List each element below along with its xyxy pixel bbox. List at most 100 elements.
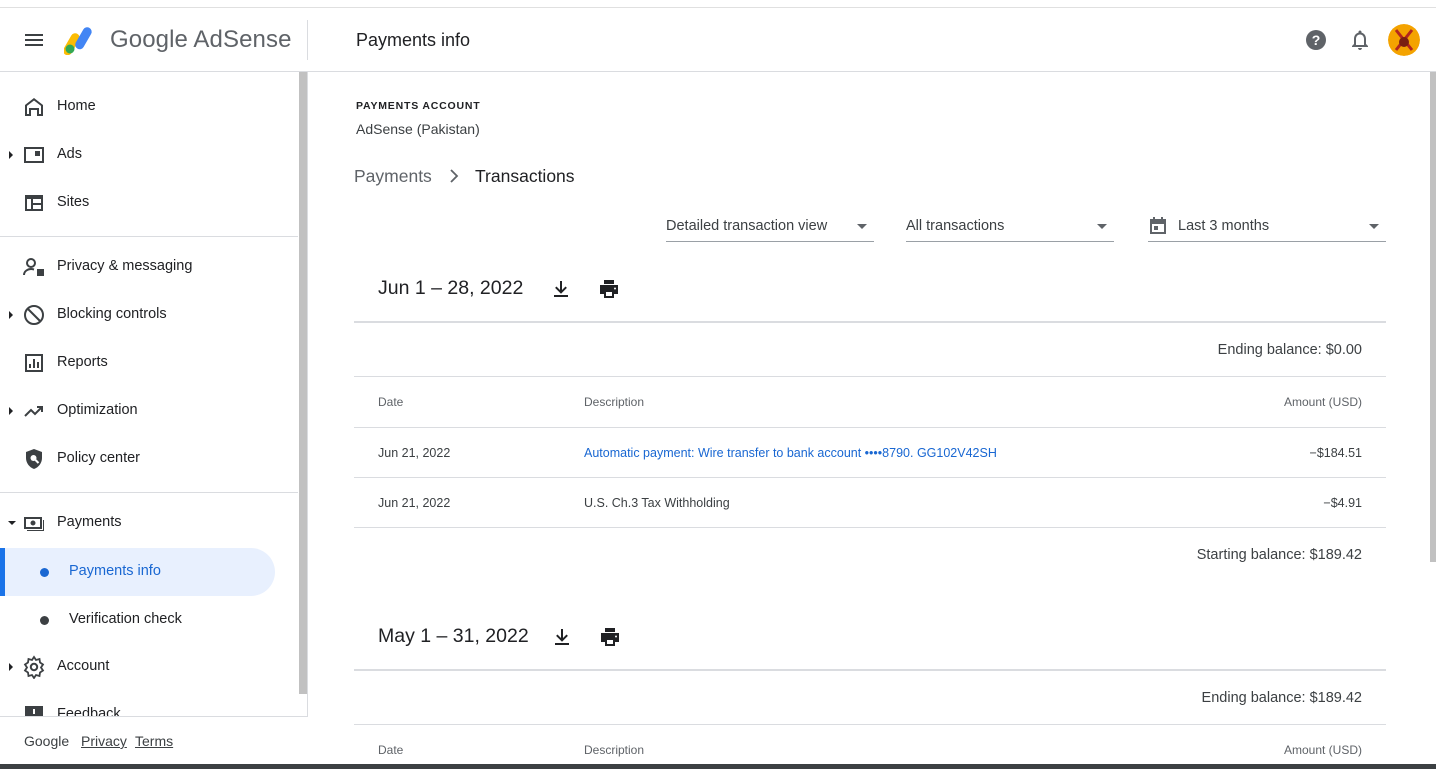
print-icon[interactable] <box>598 625 622 649</box>
period-title: May 1 – 31, 2022 <box>378 625 529 647</box>
adsense-logo <box>64 27 92 55</box>
sidebar-item-policy[interactable]: Policy center <box>0 435 290 483</box>
help-icon[interactable]: ? <box>1304 28 1328 52</box>
dropdown-arrow-icon <box>1097 224 1107 229</box>
main-scrollbar[interactable] <box>1430 72 1436 562</box>
sidebar-item-feedback[interactable]: Feedback <box>0 691 290 716</box>
row-date: Jun 21, 2022 <box>378 446 451 460</box>
sidebar-divider <box>0 236 298 237</box>
sidebar-item-reports[interactable]: Reports <box>0 339 290 387</box>
notifications-icon[interactable] <box>1348 28 1372 52</box>
download-icon[interactable] <box>549 277 573 301</box>
app-header: Google AdSense Payments info ? <box>0 8 1436 72</box>
sidebar-divider <box>0 492 298 493</box>
table-row-divider <box>354 527 1386 528</box>
sidebar-item-label: Privacy & messaging <box>57 258 193 274</box>
bullet-icon <box>40 568 49 577</box>
sidebar-item-label: Feedback <box>57 706 121 716</box>
svg-text:?: ? <box>1312 32 1321 48</box>
block-icon <box>24 305 44 325</box>
sidebar-item-home[interactable]: Home <box>0 83 290 131</box>
expand-caret-icon[interactable] <box>9 311 13 319</box>
sidebar-item-label: Payments <box>57 514 122 530</box>
calendar-icon <box>1150 217 1166 234</box>
sidebar-item-label: Sites <box>57 194 90 210</box>
date-range-dropdown[interactable]: Last 3 months <box>1148 210 1386 242</box>
avatar[interactable] <box>1388 24 1420 56</box>
row-description: U.S. Ch.3 Tax Withholding <box>584 496 730 510</box>
column-header-description: Description <box>584 395 645 409</box>
active-indicator <box>0 548 5 596</box>
table-row-divider <box>354 427 1386 428</box>
section-divider <box>354 376 1386 377</box>
sidebar-item-blocking[interactable]: Blocking controls <box>0 291 290 339</box>
footer-google: Google <box>24 733 70 749</box>
breadcrumb-payments[interactable]: Payments <box>354 166 432 187</box>
row-amount: −$184.51 <box>1309 446 1362 460</box>
sidebar-subitem-label: Verification check <box>69 611 182 627</box>
row-amount: −$4.91 <box>1323 496 1362 510</box>
column-header-amount: Amount (USD) <box>1283 743 1362 757</box>
reports-icon <box>25 354 43 372</box>
type-dropdown[interactable]: All transactions <box>906 210 1114 242</box>
chevron-right-icon <box>450 169 459 183</box>
sidebar-footer: Google Privacy Terms <box>0 716 308 769</box>
header-divider <box>307 20 308 60</box>
dropdown-arrow-icon <box>857 224 867 229</box>
row-date: Jun 21, 2022 <box>378 496 451 510</box>
taskbar-edge <box>0 764 1436 769</box>
payments-account-label: PAYMENTS ACCOUNT <box>356 100 481 112</box>
ads-icon <box>24 147 44 163</box>
browser-top-strip <box>0 0 1436 8</box>
view-dropdown[interactable]: Detailed transaction view <box>666 210 874 242</box>
expand-caret-icon[interactable] <box>9 407 13 415</box>
sidebar-item-label: Reports <box>57 354 108 370</box>
view-dropdown-value: Detailed transaction view <box>666 218 828 234</box>
period-title: Jun 1 – 28, 2022 <box>378 277 524 299</box>
print-icon[interactable] <box>597 277 621 301</box>
transaction-link[interactable]: Automatic payment: Wire transfer to bank… <box>584 446 997 460</box>
terms-link[interactable]: Terms <box>135 733 173 749</box>
date-range-value: Last 3 months <box>1178 218 1270 234</box>
sidebar-scrollbar[interactable] <box>299 72 307 694</box>
privacy-link[interactable]: Privacy <box>81 733 127 749</box>
type-dropdown-value: All transactions <box>906 218 1005 234</box>
sites-icon <box>25 195 43 211</box>
table-row-divider <box>354 477 1386 478</box>
expand-caret-icon[interactable] <box>9 663 13 671</box>
gear-icon <box>23 655 45 679</box>
dropdown-arrow-icon <box>1369 224 1379 229</box>
page-title: Payments info <box>356 30 471 50</box>
sidebar-item-account[interactable]: Account <box>0 643 290 691</box>
sidebar: Home Ads Sites Privacy & messaging Block… <box>0 72 308 769</box>
payments-icon <box>24 517 44 531</box>
column-header-date: Date <box>378 743 404 757</box>
brand-name: Google AdSense <box>110 26 292 53</box>
sidebar-item-ads[interactable]: Ads <box>0 131 290 179</box>
column-header-description: Description <box>584 743 645 757</box>
starting-balance: Starting balance: $189.42 <box>1196 547 1362 563</box>
policy-icon <box>26 449 42 469</box>
sidebar-item-privacy[interactable]: Privacy & messaging <box>0 243 290 291</box>
sidebar-item-sites[interactable]: Sites <box>0 179 290 227</box>
sidebar-item-label: Optimization <box>57 402 138 418</box>
sidebar-subitem-verification-check[interactable]: Verification check <box>0 596 275 644</box>
sidebar-item-label: Policy center <box>57 450 141 466</box>
optimization-icon <box>24 406 43 417</box>
sidebar-subitem-label: Payments info <box>69 563 161 579</box>
menu-icon[interactable] <box>22 28 46 52</box>
collapse-caret-icon[interactable] <box>8 521 16 525</box>
privacy-icon <box>23 258 44 276</box>
bullet-icon <box>40 616 49 625</box>
sidebar-item-optimization[interactable]: Optimization <box>0 387 290 435</box>
section-divider <box>354 669 1386 671</box>
sidebar-subitem-payments-info[interactable]: Payments info <box>0 548 275 596</box>
ending-balance: Ending balance: $0.00 <box>1217 342 1362 358</box>
breadcrumb-transactions: Transactions <box>475 166 575 186</box>
column-header-date: Date <box>378 395 404 409</box>
section-divider <box>354 724 1386 725</box>
sidebar-item-payments[interactable]: Payments <box>0 499 290 547</box>
expand-caret-icon[interactable] <box>9 151 13 159</box>
sidebar-item-label: Account <box>57 658 110 674</box>
download-icon[interactable] <box>550 625 574 649</box>
